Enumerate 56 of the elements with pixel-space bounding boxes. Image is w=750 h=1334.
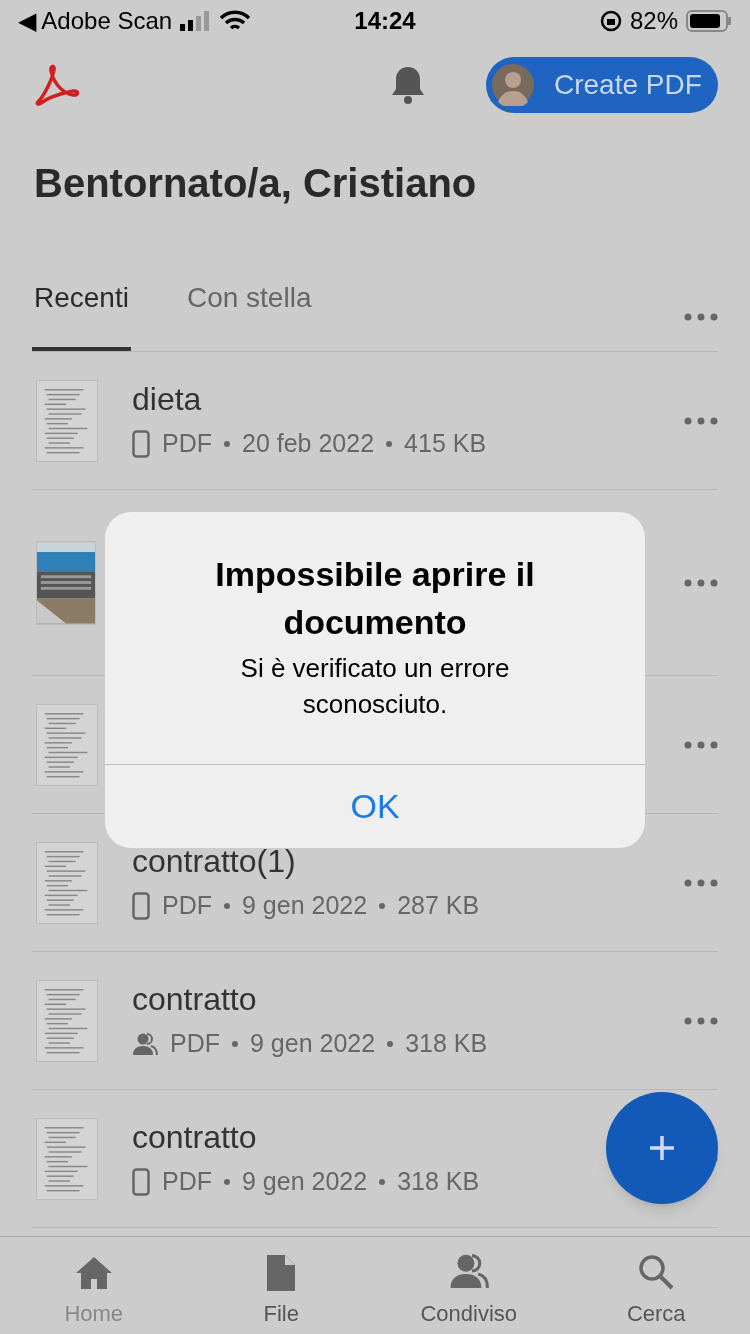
- file-icon: [267, 1255, 296, 1291]
- create-pdf-button[interactable]: Create PDF: [486, 57, 718, 113]
- file-date: 9 gen 2022: [242, 1165, 368, 1197]
- more-icon[interactable]: [684, 878, 718, 887]
- file-size: 318 KB: [397, 1165, 480, 1197]
- separator-dot: [379, 902, 386, 909]
- battery-percentage: 82%: [629, 6, 678, 36]
- nav-tab[interactable]: Condiviso: [375, 1237, 563, 1334]
- plus-icon: [649, 1135, 675, 1161]
- file-name[interactable]: contratto: [132, 978, 257, 1019]
- file-type: PDF: [162, 427, 212, 459]
- tab[interactable]: Recenti: [32, 276, 131, 351]
- more-icon[interactable]: [684, 740, 718, 749]
- separator-dot: [386, 440, 393, 447]
- search-icon: [637, 1253, 676, 1291]
- ok-button[interactable]: OK: [105, 764, 645, 848]
- people-icon: [448, 1251, 489, 1291]
- avatar-icon: [492, 64, 534, 106]
- wifi-icon: [220, 10, 251, 32]
- file-size: 318 KB: [405, 1027, 488, 1059]
- phone-icon: [132, 429, 150, 458]
- file-type: PDF: [170, 1027, 220, 1059]
- separator-dot: [224, 440, 230, 447]
- nav-tab[interactable]: Cerca: [562, 1237, 750, 1334]
- more-icon[interactable]: [684, 313, 718, 321]
- phone-icon: [132, 891, 150, 920]
- file-size: 287 KB: [397, 889, 480, 921]
- nav-tab[interactable]: File: [187, 1237, 375, 1334]
- alert-message: Si è verificato un errore sconosciuto.: [239, 652, 511, 721]
- phone-icon: [132, 1167, 150, 1196]
- tab[interactable]: Con stella: [184, 276, 314, 351]
- battery-icon: [686, 10, 732, 32]
- file-date: 9 gen 2022: [242, 889, 368, 921]
- file-size: 415 KB: [404, 427, 487, 459]
- file-name[interactable]: dieta: [132, 378, 202, 419]
- separator-dot: [224, 1178, 230, 1185]
- separator-dot: [232, 1040, 238, 1047]
- people-icon: [132, 1030, 158, 1057]
- file-date: 20 feb 2022: [242, 427, 375, 459]
- separator-dot: [387, 1040, 394, 1047]
- acrobat-logo: [34, 64, 80, 106]
- more-icon[interactable]: [684, 416, 718, 425]
- back-to-app-link[interactable]: ◀ Adobe Scan: [18, 3, 173, 39]
- more-icon[interactable]: [684, 1016, 718, 1025]
- bell-icon[interactable]: [390, 65, 426, 105]
- separator-dot: [379, 1178, 386, 1185]
- clock: 14:24: [353, 6, 417, 36]
- more-icon[interactable]: [684, 578, 718, 587]
- alert-title: Impossibile aprire il documento: [214, 554, 536, 643]
- file-date: 9 gen 2022: [250, 1027, 376, 1059]
- file-type: PDF: [162, 889, 212, 921]
- file-type: PDF: [162, 1165, 212, 1197]
- separator-dot: [224, 902, 230, 909]
- file-name[interactable]: contratto: [132, 1116, 257, 1157]
- welcome-title: Bentornato/a, Cristiano: [33, 160, 478, 207]
- rotation-lock-icon: [599, 10, 622, 32]
